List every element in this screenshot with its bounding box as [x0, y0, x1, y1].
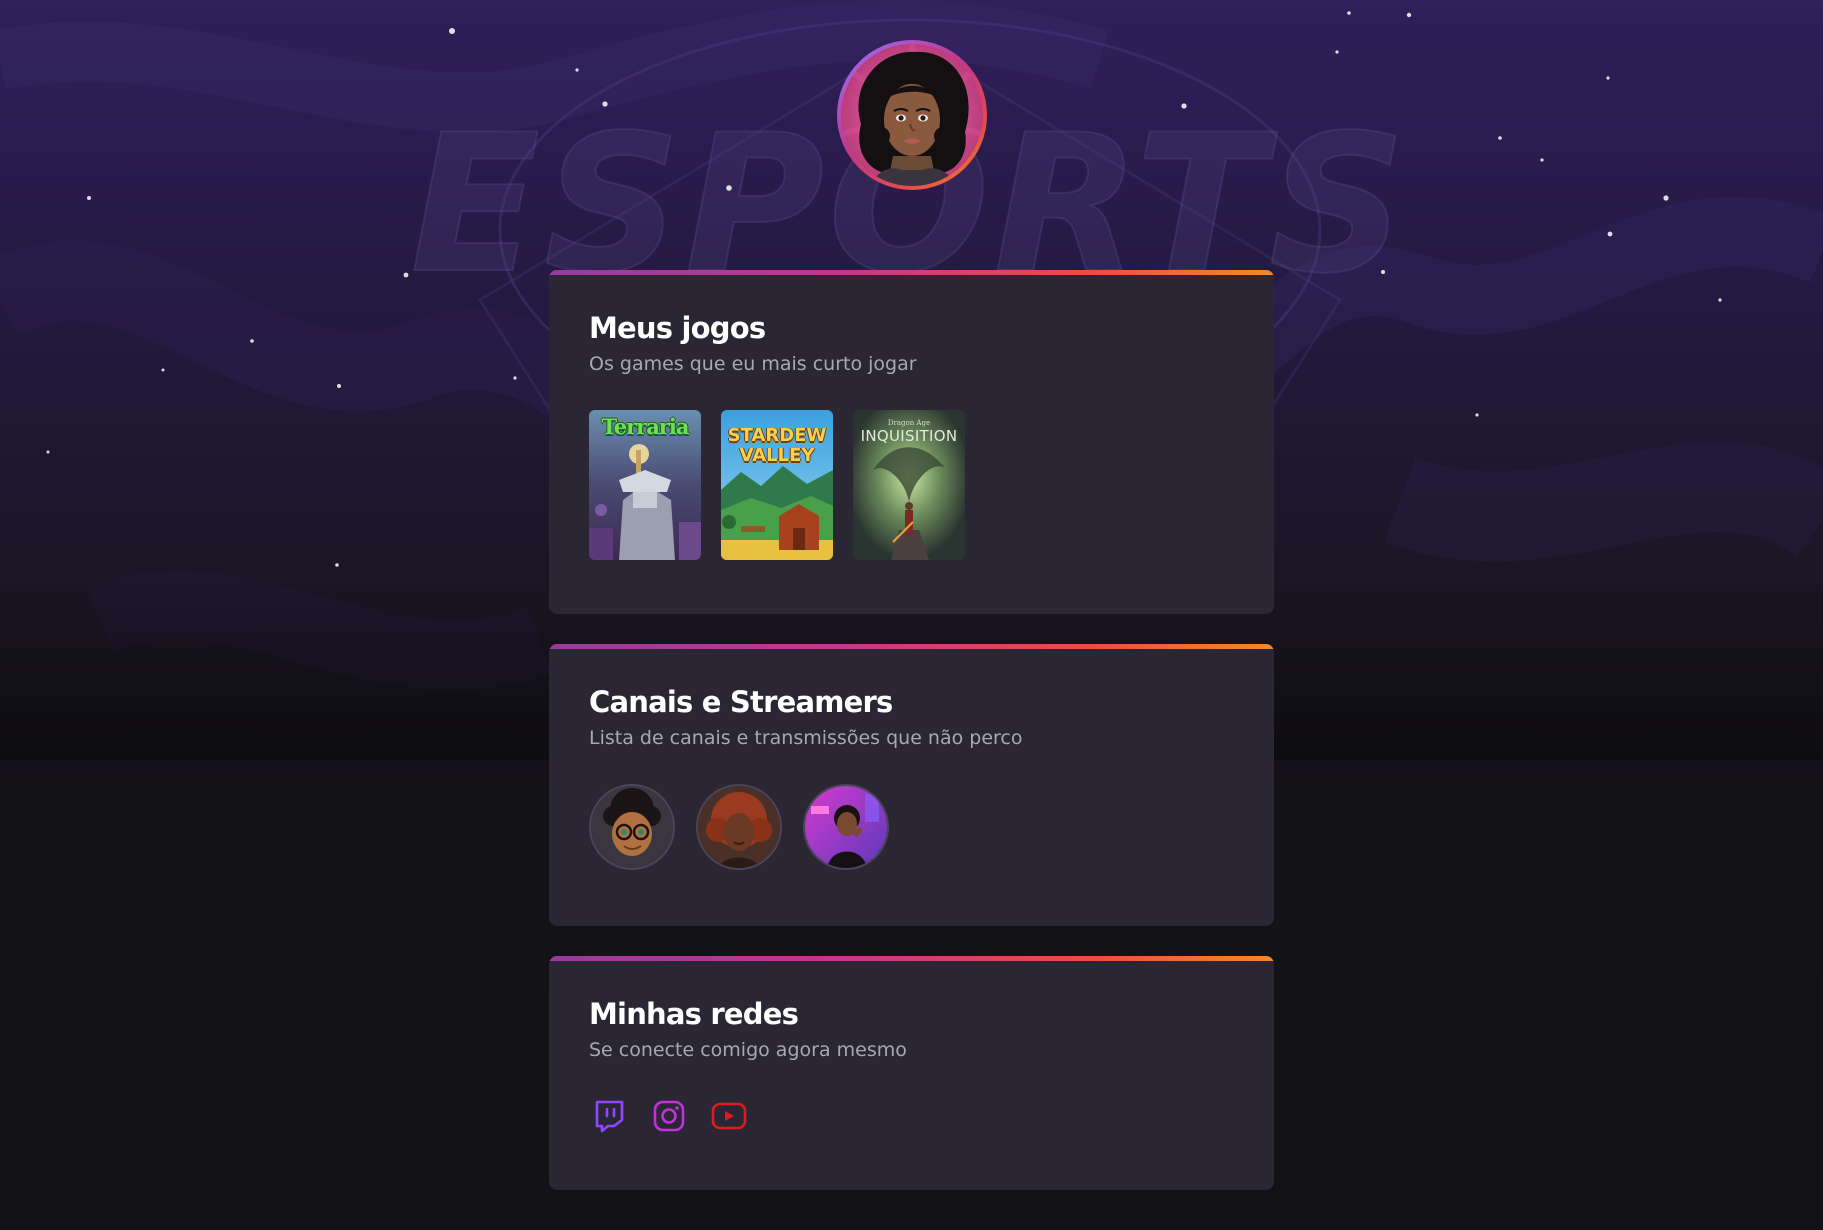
cartoon-streamer-avatar-icon: [591, 786, 673, 868]
socials-list: [589, 1098, 1234, 1134]
twitch-link[interactable]: [591, 1098, 627, 1134]
games-title: Meus jogos: [589, 311, 766, 345]
instagram-link[interactable]: [651, 1098, 687, 1134]
games-subtitle: Os games que eu mais curto jogar: [589, 353, 917, 375]
youtube-icon: [711, 1102, 747, 1130]
streamers-list: [589, 784, 1234, 870]
female-gamer-avatar-icon: [841, 44, 983, 186]
game-cover-terraria[interactable]: Terraria: [589, 410, 701, 560]
socials-title: Minhas redes: [589, 997, 799, 1031]
terraria-title: Terraria: [601, 414, 690, 439]
inquisition-pre-title: Dragon Age: [887, 419, 931, 427]
games-card: Meus jogos Os games que eu mais curto jo…: [549, 270, 1274, 614]
socials-card: Minhas redes Se conecte comigo agora mes…: [549, 956, 1274, 1190]
streamers-title: Canais e Streamers: [589, 685, 893, 719]
stardew-title: STARDEW VALLEY: [727, 425, 827, 466]
socials-subtitle: Se conecte comigo agora mesmo: [589, 1039, 907, 1061]
youtube-link[interactable]: [711, 1098, 747, 1134]
game-cover-stardew-valley[interactable]: STARDEW VALLEY: [721, 410, 833, 560]
streamer-avatar-3[interactable]: [803, 784, 889, 870]
streamer-avatar-2[interactable]: [696, 784, 782, 870]
streamer-avatar-1[interactable]: [589, 784, 675, 870]
game-cover-dragon-age-inquisition[interactable]: Dragon Age INQUISITION: [853, 410, 965, 560]
streamer-neon-avatar-icon: [805, 786, 887, 868]
profile-avatar: [837, 40, 987, 190]
instagram-icon: [653, 1100, 685, 1132]
streamer-photo-avatar-icon: [698, 786, 780, 868]
streamers-card: Canais e Streamers Lista de canais e tra…: [549, 644, 1274, 926]
inquisition-title: INQUISITION: [860, 427, 958, 445]
streamers-subtitle: Lista de canais e transmissões que não p…: [589, 727, 1023, 749]
twitch-icon: [595, 1100, 624, 1133]
games-list: Terraria STARDEW VALLEY Dragon Age INQUI…: [589, 410, 1234, 560]
